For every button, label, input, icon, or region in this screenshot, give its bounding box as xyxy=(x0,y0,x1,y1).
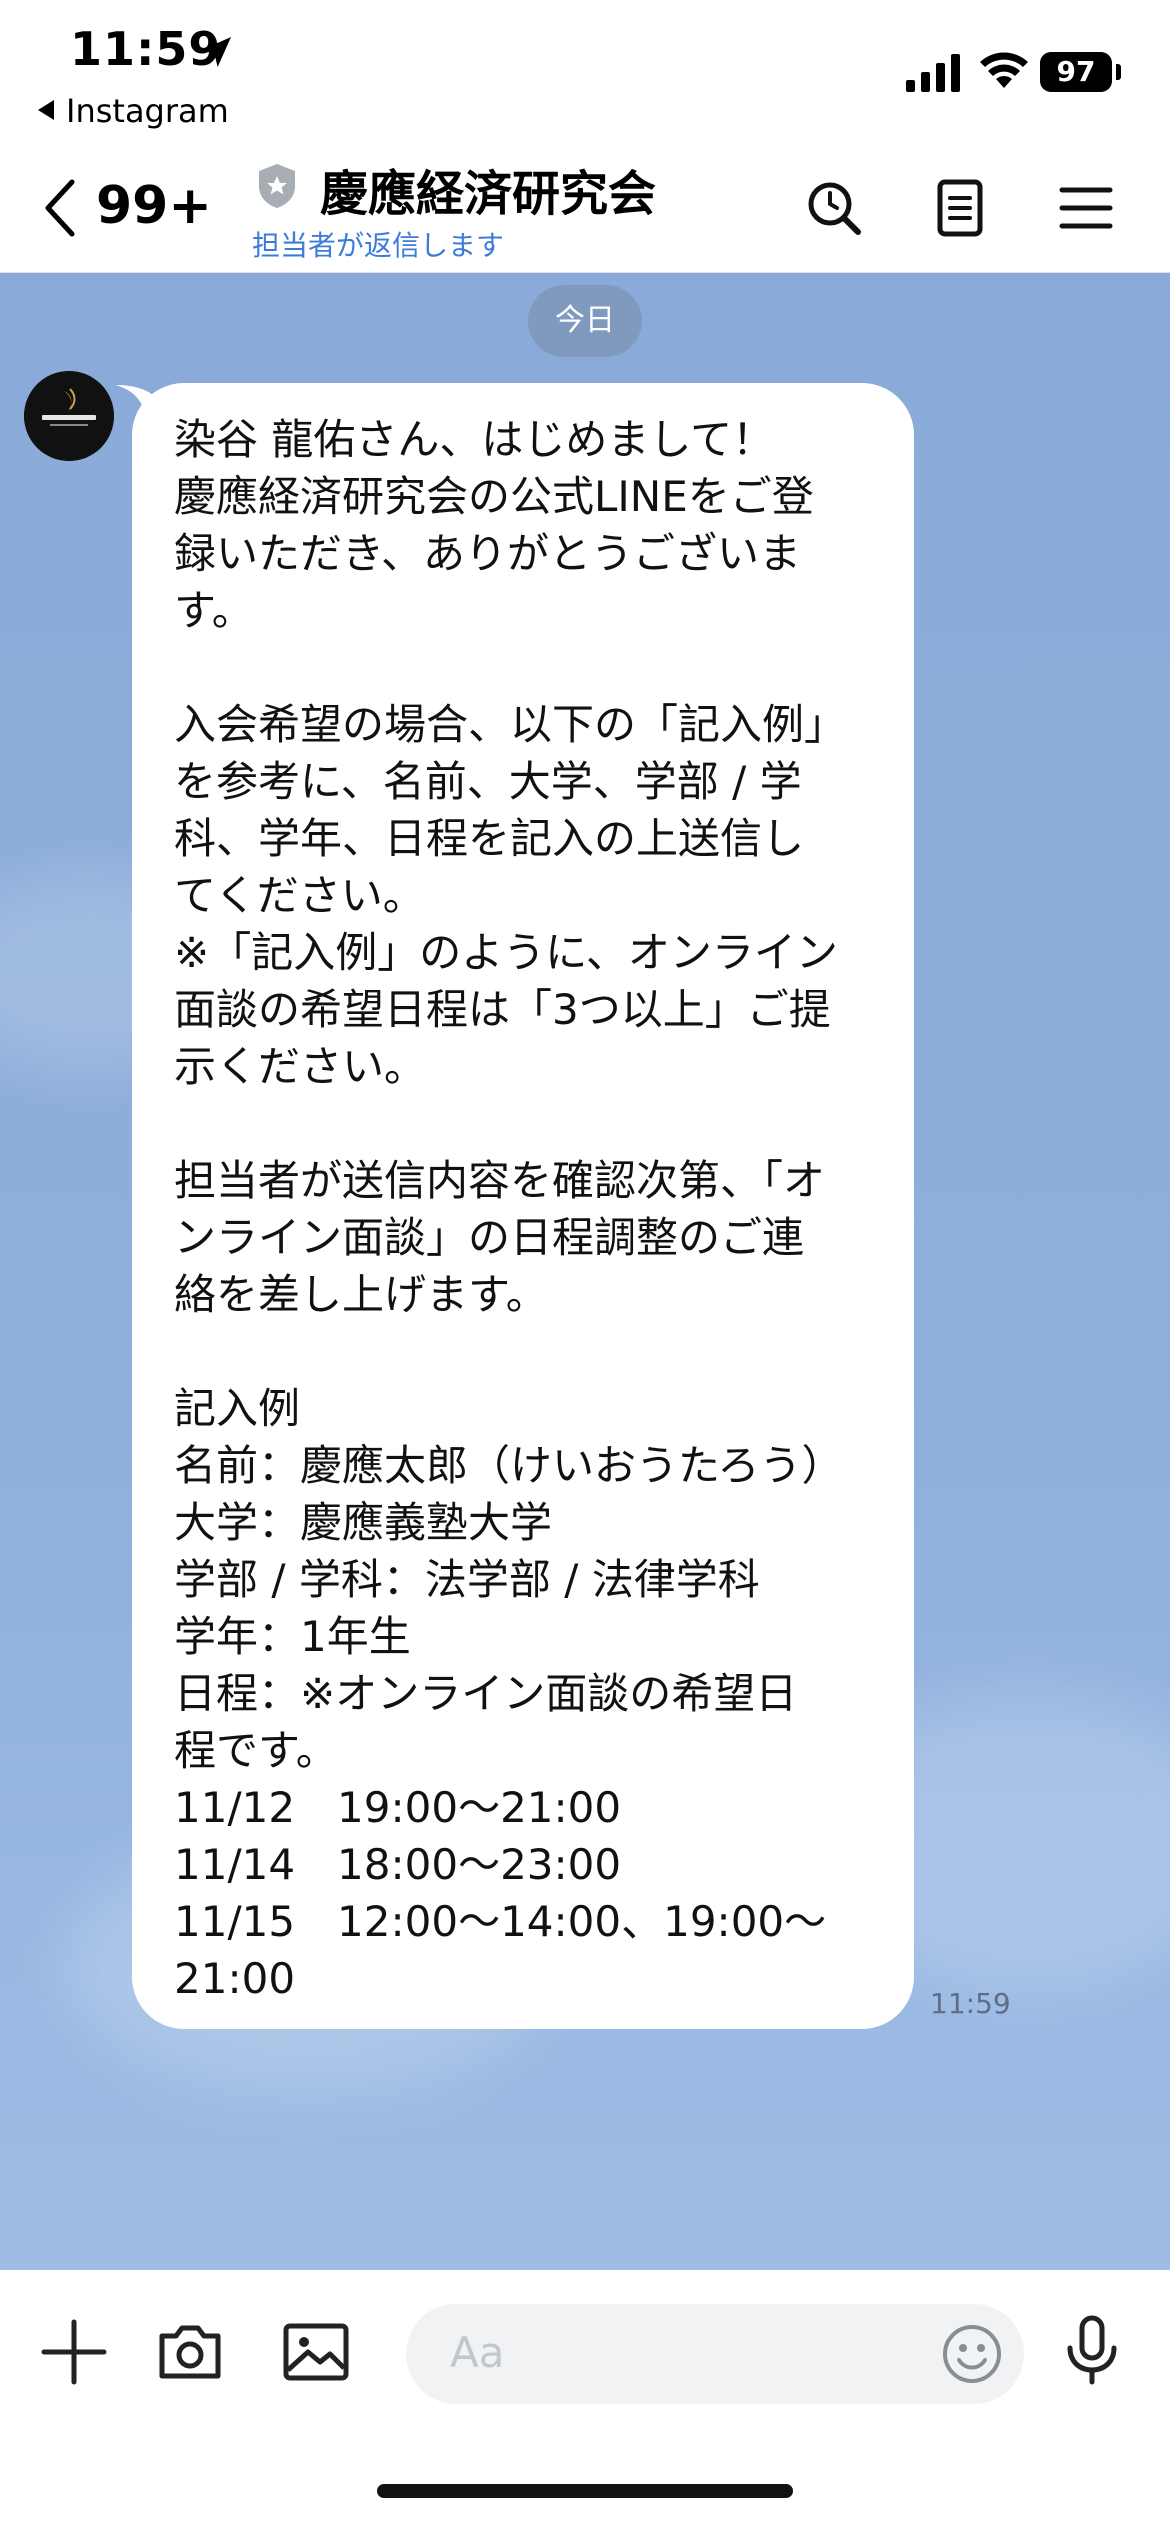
battery-level: 97 xyxy=(1056,55,1096,88)
message-time: 11:59 xyxy=(930,1987,1011,2020)
chat-header: 99+ 慶應経済研究会 担当者が返信します xyxy=(0,140,1170,273)
battery-tip xyxy=(1116,64,1121,80)
notes-icon[interactable] xyxy=(930,178,990,238)
input-placeholder: Aa xyxy=(450,2328,505,2377)
menu-icon[interactable] xyxy=(1056,178,1116,238)
logo-icon xyxy=(24,371,114,461)
plus-icon[interactable] xyxy=(38,2316,110,2388)
wifi-icon xyxy=(980,52,1028,88)
location-arrow-icon xyxy=(201,37,231,67)
unread-count[interactable]: 99+ xyxy=(96,176,212,236)
status-bar: 11:59 Instagram 97 xyxy=(0,0,1170,140)
shield-icon xyxy=(259,164,295,208)
message-input[interactable]: Aa xyxy=(406,2304,1024,2404)
back-chevron-icon[interactable] xyxy=(40,178,80,238)
camera-icon[interactable] xyxy=(154,2316,226,2388)
image-icon[interactable] xyxy=(280,2316,352,2388)
message-text: 染谷 龍佑さん、はじめまして！ 慶應経済研究会の公式LINEをご登 録いただき、… xyxy=(174,415,847,2003)
emoji-icon[interactable] xyxy=(940,2322,1004,2386)
signal-icon xyxy=(906,54,960,92)
chat-subtitle: 担当者が返信します xyxy=(252,229,505,262)
home-indicator[interactable] xyxy=(377,2484,793,2498)
date-separator: 今日 xyxy=(528,285,642,357)
chat-area[interactable]: 今日 染谷 龍佑さん、はじめまして！ 慶應経済研究会の公式LINEをご登 録いた… xyxy=(0,273,1170,2270)
chat-title: 慶應経済研究会 xyxy=(320,166,657,222)
avatar[interactable] xyxy=(24,371,114,461)
back-triangle-icon xyxy=(38,100,54,120)
battery-icon: 97 xyxy=(1040,52,1112,92)
back-to-app-link[interactable]: Instagram xyxy=(38,92,229,130)
back-app-label: Instagram xyxy=(66,92,229,130)
search-icon[interactable] xyxy=(804,178,864,238)
microphone-icon[interactable] xyxy=(1056,2314,1128,2386)
